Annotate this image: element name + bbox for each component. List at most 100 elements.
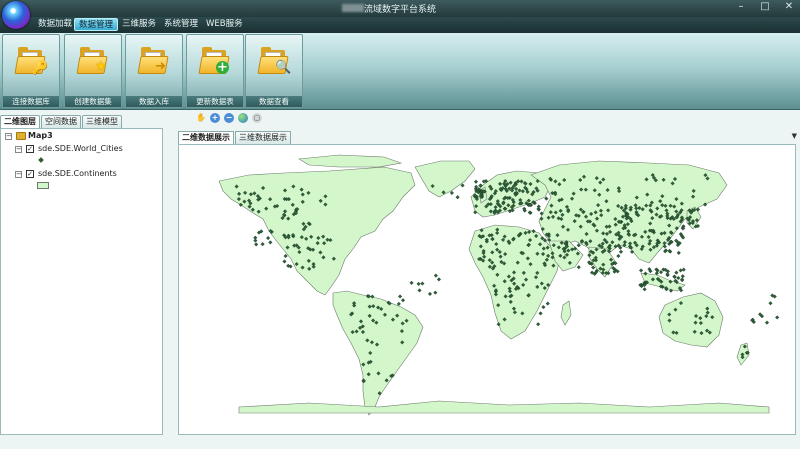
city-marker[interactable] — [266, 235, 271, 241]
world-cities-checkbox[interactable]: ✓ — [26, 145, 34, 153]
city-marker[interactable] — [400, 298, 406, 303]
city-marker[interactable] — [409, 280, 414, 285]
city-marker[interactable] — [536, 322, 541, 327]
layer-panel: 二维图层 空间数据 三维模型 − Map3 − ✓ sde.SDE.World_… — [0, 113, 164, 437]
city-marker[interactable] — [764, 320, 770, 325]
world-map — [218, 154, 780, 416]
folder-arrow-icon: ➜ — [137, 47, 171, 76]
menu-item-3d-service[interactable]: 三维服务 — [118, 18, 160, 31]
city-marker[interactable] — [396, 301, 401, 306]
update-table-label: 更新数据表 — [187, 96, 243, 107]
window-title: 流域数字平台系统 — [363, 5, 436, 15]
ribbon-toolbar: 🔑 连接数据库 ★ 创建数据集 ➜ 数据入库 + 更新数据表 🔍 数据查看 — [0, 33, 800, 110]
continent-south-america — [332, 290, 424, 416]
city-marker[interactable] — [674, 270, 679, 275]
folder-key-icon: 🔑 — [14, 47, 48, 76]
city-marker[interactable] — [616, 253, 621, 259]
tab-dropdown-icon[interactable]: ▼ — [792, 132, 797, 140]
view-data-label: 数据查看 — [246, 96, 302, 107]
app-logo-icon[interactable] — [2, 1, 30, 29]
world-cities-expander[interactable]: − — [15, 146, 22, 153]
close-button[interactable]: ✕ — [782, 1, 796, 12]
city-marker[interactable] — [775, 315, 780, 320]
city-marker[interactable] — [473, 179, 478, 184]
city-marker[interactable] — [283, 253, 288, 259]
city-marker[interactable] — [427, 291, 433, 296]
map-folder-icon — [16, 132, 26, 140]
menu-item-web-service[interactable]: WEB服务 — [202, 18, 247, 31]
city-marker[interactable] — [398, 294, 403, 299]
map3-expander[interactable]: − — [5, 133, 12, 140]
city-marker[interactable] — [260, 242, 265, 247]
connect-database-button[interactable]: 🔑 连接数据库 — [2, 34, 60, 108]
folder-star-icon: ★ — [76, 47, 110, 76]
menu-item-system-management[interactable]: 系统管理 — [160, 18, 202, 31]
tab-3d-models[interactable]: 三维模型 — [82, 115, 122, 128]
tab-2d-view[interactable]: 二维数据展示 — [178, 131, 234, 144]
title-bar: 流域数字平台系统 – □ ✕ — [0, 0, 800, 17]
city-marker[interactable] — [433, 273, 438, 278]
city-marker[interactable] — [676, 275, 681, 281]
continent-greenland — [414, 160, 476, 198]
continent-africa — [468, 224, 562, 340]
import-data-button[interactable]: ➜ 数据入库 — [125, 34, 183, 108]
city-marker[interactable] — [591, 265, 596, 270]
city-marker[interactable] — [538, 311, 543, 316]
identify-icon[interactable]: ○ — [252, 113, 262, 123]
pan-hand-icon[interactable]: ✋ — [196, 113, 206, 123]
city-marker[interactable] — [681, 267, 686, 272]
city-marker[interactable] — [676, 250, 681, 255]
menu-item-data-loading[interactable]: 数据加载 — [34, 18, 76, 31]
city-marker[interactable] — [680, 274, 685, 279]
city-marker[interactable] — [282, 259, 287, 264]
zoom-in-icon[interactable]: + — [210, 113, 220, 123]
maximize-button[interactable]: □ — [758, 1, 772, 12]
city-marker[interactable] — [416, 281, 421, 286]
city-marker[interactable] — [618, 249, 624, 254]
layer-tree: − Map3 − ✓ sde.SDE.World_Cities − ✓ sde.… — [0, 128, 163, 435]
city-marker[interactable] — [253, 238, 258, 243]
city-marker[interactable] — [460, 183, 465, 188]
city-marker[interactable] — [678, 268, 683, 273]
city-point-symbol-icon — [38, 157, 44, 163]
city-marker[interactable] — [768, 301, 773, 306]
folder-search-icon: 🔍 — [257, 47, 291, 76]
view-data-button[interactable]: 🔍 数据查看 — [245, 34, 303, 108]
continent-arctic-islands — [298, 154, 403, 168]
create-dataset-label: 创建数据集 — [65, 96, 121, 107]
layer-panel-tabs: 二维图层 空间数据 三维模型 — [0, 115, 123, 129]
city-marker[interactable] — [254, 242, 259, 247]
menu-item-data-management[interactable]: 数据管理 — [74, 18, 119, 31]
city-marker[interactable] — [576, 243, 581, 248]
city-marker[interactable] — [417, 288, 422, 293]
minimize-button[interactable]: – — [734, 1, 748, 12]
tab-2d-layers[interactable]: 二维图层 — [0, 115, 40, 128]
city-marker[interactable] — [455, 195, 460, 200]
city-marker[interactable] — [420, 281, 425, 286]
city-marker[interactable] — [436, 277, 442, 282]
city-marker[interactable] — [268, 240, 273, 245]
tab-3d-view[interactable]: 三维数据展示 — [235, 131, 291, 144]
globe-full-extent-icon[interactable]: ● — [238, 113, 248, 123]
city-marker[interactable] — [541, 305, 546, 310]
continents-expander[interactable]: − — [15, 171, 22, 178]
create-dataset-button[interactable]: ★ 创建数据集 — [64, 34, 122, 108]
tree-root-map3[interactable]: Map3 — [28, 130, 53, 141]
city-marker[interactable] — [433, 290, 438, 295]
city-marker[interactable] — [658, 270, 664, 275]
layer-continents[interactable]: sde.SDE.Continents — [38, 168, 117, 179]
update-table-button[interactable]: + 更新数据表 — [186, 34, 244, 108]
connect-database-label: 连接数据库 — [3, 96, 59, 107]
map-canvas[interactable] — [178, 144, 796, 435]
city-marker[interactable] — [545, 301, 550, 306]
city-marker[interactable] — [544, 196, 549, 201]
city-marker[interactable] — [639, 268, 644, 273]
zoom-out-icon[interactable]: − — [224, 113, 234, 123]
city-marker[interactable] — [449, 190, 454, 195]
city-marker[interactable] — [576, 265, 581, 270]
city-marker[interactable] — [642, 287, 647, 292]
menu-bar: 数据加载 数据管理 三维服务 系统管理 WEB服务 — [0, 17, 800, 33]
continents-checkbox[interactable]: ✓ — [26, 170, 34, 178]
tab-spatial-data[interactable]: 空间数据 — [41, 115, 81, 128]
layer-world-cities[interactable]: sde.SDE.World_Cities — [38, 143, 123, 154]
